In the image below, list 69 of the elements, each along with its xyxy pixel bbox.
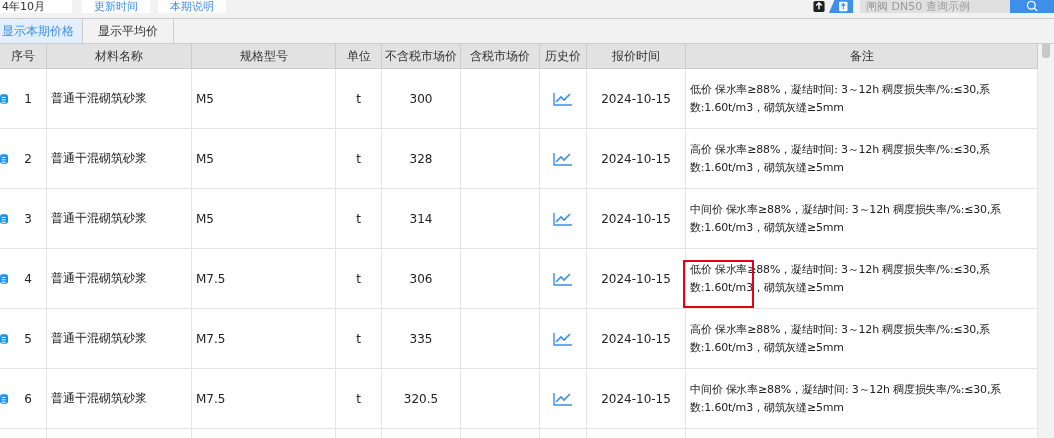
row-number: 6 — [24, 391, 32, 406]
table-cell: t — [356, 91, 361, 106]
column-header: 报价时间 — [587, 44, 686, 68]
column-header: 规格型号 — [192, 44, 336, 68]
table-cell: t — [356, 391, 361, 406]
table-cell: 2024-10-15 — [601, 271, 671, 286]
table-cell: 普通干混砌筑砂浆 — [51, 330, 147, 347]
row-number: 4 — [24, 271, 32, 286]
column-header: 序号 — [0, 44, 47, 68]
table-cell: 306 — [409, 271, 433, 286]
document-icon[interactable] — [0, 272, 8, 285]
table-cell: 335 — [409, 331, 433, 346]
row-number: 5 — [24, 331, 32, 346]
table-cell: 2024-10-15 — [601, 211, 671, 226]
table-cell: M7.5 — [196, 391, 226, 406]
line-chart-icon[interactable] — [553, 271, 573, 286]
table-cell: M5 — [196, 211, 214, 226]
line-chart-icon[interactable] — [553, 331, 573, 346]
document-icon[interactable] — [0, 92, 8, 105]
table-cell: 314 — [409, 211, 433, 226]
search-field[interactable]: 闸阀 DN50 查询示例 — [860, 0, 1010, 13]
document-icon[interactable] — [0, 212, 8, 225]
remark-text: 中间价 保水率≥88%，凝结时间: 3～12h 稠度损失率/%:≤30,系数:1.60t/m3，砌筑灰缝≥5mm — [690, 381, 1002, 416]
column-header: 单位 — [336, 44, 382, 68]
search-button[interactable] — [1010, 0, 1054, 13]
document-icon[interactable] — [0, 392, 8, 405]
table-cell: t — [356, 151, 361, 166]
row-number: 1 — [24, 91, 32, 106]
line-chart-icon[interactable] — [553, 91, 573, 106]
table-cell: M5 — [196, 151, 214, 166]
table-cell: M7.5 — [196, 331, 226, 346]
period-dropdown[interactable]: 4年10月 — [0, 0, 72, 13]
row-number: 2 — [24, 151, 32, 166]
table-cell: 普通干混砌筑砂浆 — [51, 270, 147, 287]
table-cell: M5 — [196, 91, 214, 106]
table-cell: t — [356, 331, 361, 346]
table-cell: 普通干混砌筑砂浆 — [51, 210, 147, 227]
document-icon[interactable] — [0, 152, 8, 165]
table-cell: 2024-10-15 — [601, 91, 671, 106]
line-chart-icon[interactable] — [553, 151, 573, 166]
table-cell: t — [356, 211, 361, 226]
table-cell: 2024-10-15 — [601, 151, 671, 166]
toolbar-button[interactable]: 本期说明 — [158, 0, 226, 13]
tab[interactable]: 显示本期价格 — [0, 19, 83, 43]
table-cell: M7.5 — [196, 271, 226, 286]
table-cell: 320.5 — [403, 391, 439, 406]
line-chart-icon[interactable] — [553, 391, 573, 406]
document-icon[interactable] — [0, 332, 8, 345]
remark-text: 高价 保水率≥88%，凝结时间: 3～12h 稠度损失率/%:≤30,系数:1.60t/m3，砌筑灰缝≥5mm — [690, 141, 992, 176]
table-cell: 普通干混砌筑砂浆 — [51, 90, 147, 107]
remark-text: 高价 保水率≥88%，凝结时间: 3～12h 稠度损失率/%:≤30,系数:1.60t/m3，砌筑灰缝≥5mm — [690, 321, 992, 356]
remark-text: 中间价 保水率≥88%，凝结时间: 3～12h 稠度损失率/%:≤30,系数:1.60t/m3，砌筑灰缝≥5mm — [690, 201, 1002, 236]
table-cell: t — [356, 271, 361, 286]
remark-text: 低价 保水率≥88%，凝结时间: 3～12h 稠度损失率/%:≤30,系数:1.60t/m3，砌筑灰缝≥5mm — [690, 81, 992, 116]
table-cell: 300 — [409, 91, 433, 106]
export-icon[interactable] — [812, 0, 826, 13]
table-cell: 普通干混砌筑砂浆 — [51, 390, 147, 407]
column-header: 历史价 — [540, 44, 587, 68]
column-header: 材料名称 — [47, 44, 192, 68]
column-header: 含税市场价 — [461, 44, 540, 68]
table-cell: 2024-10-15 — [601, 391, 671, 406]
toolbar-button[interactable]: 更新时间 — [82, 0, 150, 13]
column-header: 不含税市场价 — [382, 44, 461, 68]
table-cell: 328 — [409, 151, 433, 166]
table-cell: 2024-10-15 — [601, 331, 671, 346]
line-chart-icon[interactable] — [553, 211, 573, 226]
row-number: 3 — [24, 211, 32, 226]
scrollbar-thumb[interactable] — [1042, 44, 1050, 58]
table-cell: 普通干混砌筑砂浆 — [51, 150, 147, 167]
